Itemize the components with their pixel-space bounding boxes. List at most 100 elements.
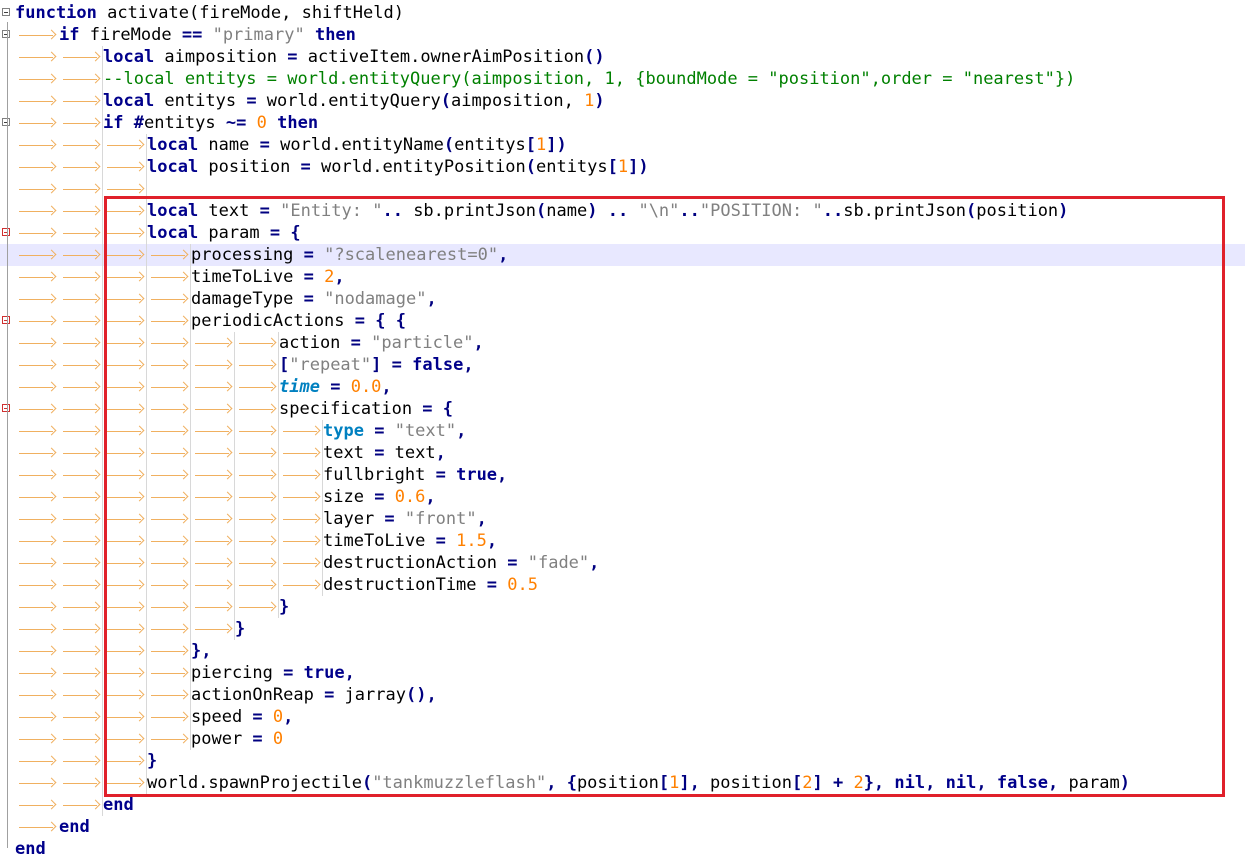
code-line[interactable]: --local entitys = world.entityQuery(aimp…: [0, 68, 1245, 90]
code-token: (): [584, 47, 605, 67]
code-line[interactable]: local param = {: [0, 222, 1245, 244]
code-token: 1: [617, 157, 629, 177]
tab-arrow-icon: [191, 420, 235, 442]
code-token: name: [546, 201, 588, 221]
code-line[interactable]: actionOnReap = jarray(),: [0, 684, 1245, 706]
code-token: if: [103, 113, 124, 133]
code-line[interactable]: action = "particle",: [0, 332, 1245, 354]
code-editor[interactable]: function activate(fireMode, shiftHeld) if…: [0, 0, 1245, 859]
tab-arrow-icon: [15, 354, 59, 376]
fold-toggle-icon[interactable]: [2, 8, 10, 16]
code-line[interactable]: speed = 0,: [0, 706, 1245, 728]
code-line[interactable]: local aimposition = activeItem.ownerAimP…: [0, 46, 1245, 68]
tab-arrow-icon: [191, 398, 235, 420]
code-token: world.entityQuery: [256, 91, 441, 111]
code-text: },: [15, 640, 211, 662]
code-line[interactable]: function activate(fireMode, shiftHeld): [0, 2, 1245, 24]
code-text: specification = {: [15, 398, 453, 420]
fold-toggle-icon[interactable]: [2, 30, 10, 38]
code-line[interactable]: local name = world.entityName(entitys[1]…: [0, 134, 1245, 156]
code-line[interactable]: ["repeat"] = false,: [0, 354, 1245, 376]
code-token: piercing: [191, 663, 284, 683]
code-line[interactable]: layer = "front",: [0, 508, 1245, 530]
code-token: text: [323, 443, 375, 463]
code-text: layer = "front",: [15, 508, 487, 530]
fold-toggle-icon[interactable]: [2, 316, 10, 324]
code-line[interactable]: timeToLive = 1.5,: [0, 530, 1245, 552]
tab-arrow-icon: [59, 310, 103, 332]
code-line[interactable]: if fireMode == "primary" then: [0, 24, 1245, 46]
code-line[interactable]: }: [0, 618, 1245, 640]
code-line[interactable]: end: [0, 794, 1245, 816]
code-token: ~=: [225, 113, 247, 133]
code-line[interactable]: processing = "?scalenearest=0",: [0, 244, 1245, 266]
tab-arrow-icon: [15, 772, 59, 794]
code-line[interactable]: destructionAction = "fade",: [0, 552, 1245, 574]
tab-arrow-icon: [103, 332, 147, 354]
code-token: size: [323, 487, 375, 507]
code-line[interactable]: specification = {: [0, 398, 1245, 420]
code-line[interactable]: local text = "Entity: ".. sb.printJson(n…: [0, 200, 1245, 222]
tab-arrow-icon: [103, 530, 147, 552]
code-line[interactable]: [0, 178, 1245, 200]
tab-arrow-icon: [15, 816, 59, 838]
tab-arrow-icon: [235, 376, 279, 398]
code-line[interactable]: }: [0, 750, 1245, 772]
code-line[interactable]: local position = world.entityPosition(en…: [0, 156, 1245, 178]
code-token: --local entitys = world.entityQuery(aimp…: [103, 69, 1076, 89]
code-line[interactable]: }: [0, 596, 1245, 618]
code-line[interactable]: type = "text",: [0, 420, 1245, 442]
code-token: ,: [589, 553, 600, 573]
tab-arrow-icon: [147, 398, 191, 420]
tab-arrow-icon: [59, 178, 103, 200]
code-line[interactable]: size = 0.6,: [0, 486, 1245, 508]
fold-toggle-icon[interactable]: [2, 228, 10, 236]
tab-arrow-icon: [191, 596, 235, 618]
code-line[interactable]: fullbright = true,: [0, 464, 1245, 486]
code-text: function activate(fireMode, shiftHeld): [15, 2, 404, 24]
code-token: destructionAction: [323, 553, 508, 573]
code-token: =: [303, 289, 314, 309]
tab-arrow-icon: [15, 310, 59, 332]
code-token: position: [699, 773, 792, 793]
code-line[interactable]: end: [0, 816, 1245, 838]
code-token: "POSITION: ": [699, 201, 823, 221]
code-line[interactable]: damageType = "nodamage",: [0, 288, 1245, 310]
code-line[interactable]: destructionTime = 0.5: [0, 574, 1245, 596]
code-line[interactable]: local entitys = world.entityQuery(aimpos…: [0, 90, 1245, 112]
code-line[interactable]: power = 0: [0, 728, 1245, 750]
code-token: [: [607, 157, 618, 177]
tab-arrow-icon: [15, 618, 59, 640]
tab-arrow-icon: [15, 596, 59, 618]
code-token: speed: [191, 707, 253, 727]
code-line[interactable]: periodicActions = { {: [0, 310, 1245, 332]
code-line[interactable]: text = text,: [0, 442, 1245, 464]
code-token: ]): [628, 157, 649, 177]
tab-arrow-icon: [147, 310, 191, 332]
code-text: size = 0.6,: [15, 486, 436, 508]
tab-arrow-icon: [103, 574, 147, 596]
tab-arrow-icon: [103, 178, 147, 200]
tab-arrow-icon: [235, 530, 279, 552]
code-token: ,: [546, 773, 557, 793]
tab-arrow-icon: [15, 376, 59, 398]
code-line[interactable]: timeToLive = 2,: [0, 266, 1245, 288]
fold-toggle-icon[interactable]: [2, 404, 10, 412]
fold-toggle-icon[interactable]: [2, 118, 10, 126]
code-token: timeToLive: [323, 531, 436, 551]
code-line[interactable]: world.spawnProjectile("tankmuzzleflash",…: [0, 772, 1245, 794]
code-line[interactable]: },: [0, 640, 1245, 662]
tab-arrow-icon: [235, 354, 279, 376]
code-line[interactable]: if #entitys ~= 0 then: [0, 112, 1245, 134]
code-line[interactable]: piercing = true,: [0, 662, 1245, 684]
tab-arrow-icon: [103, 552, 147, 574]
code-token: ..: [607, 201, 629, 221]
tab-arrow-icon: [235, 442, 279, 464]
code-line[interactable]: time = 0.0,: [0, 376, 1245, 398]
code-token: activeItem.ownerAimPosition: [297, 47, 585, 67]
code-token: (: [525, 157, 536, 177]
